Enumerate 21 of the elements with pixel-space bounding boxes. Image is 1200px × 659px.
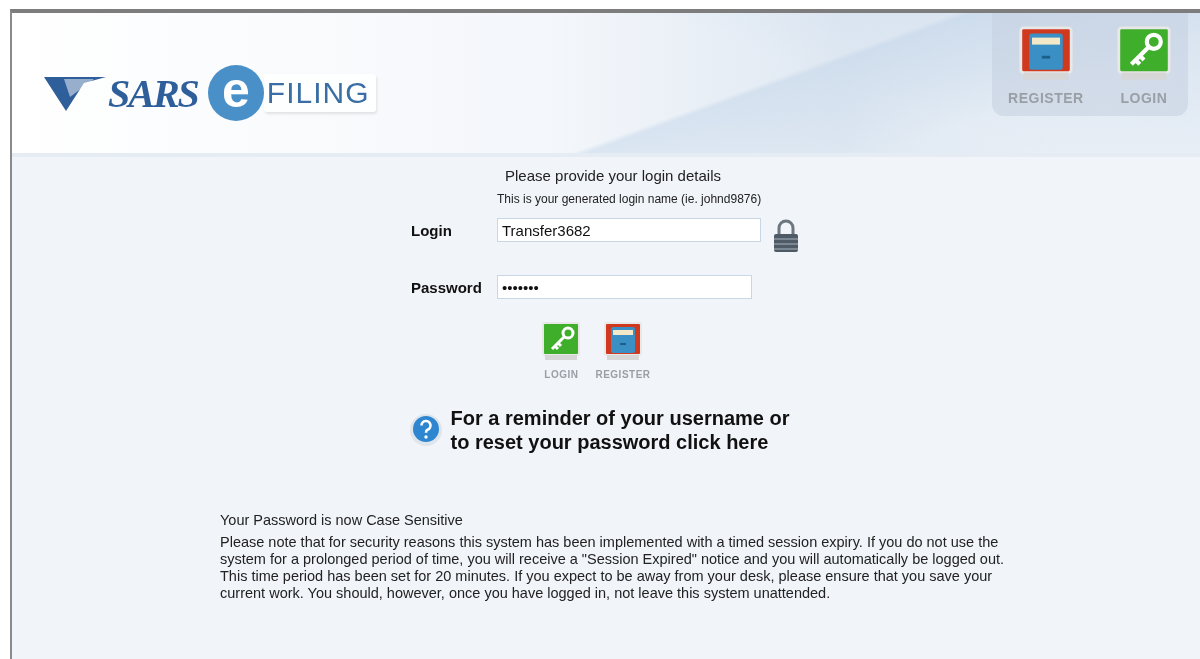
login-button[interactable]: LOGIN [1115,25,1172,116]
logo-e-mark: e [207,65,264,121]
logo-product: FILING [263,74,376,112]
help-link[interactable]: For a reminder of your username or to reset your password click here [450,406,790,454]
login-button[interactable]: LOGIN [541,321,582,380]
field-label: Login [411,221,453,239]
login-field[interactable]: Transfer3682 [497,218,761,242]
chevron-logo-icon [44,75,106,111]
register-button[interactable]: REGISTER [595,321,651,380]
key-icon [541,321,582,363]
notice-heading: Your Password is now Case Sensitive [220,512,464,528]
logo-brand: SARS [108,69,198,117]
login-hint: This is your generated login name (ie. johnd9876) [497,192,763,206]
password-field[interactable]: ••••••• [497,275,752,299]
padlock-icon [771,219,801,253]
register-button[interactable]: REGISTER [1008,25,1084,116]
notice-text: Please note that for security reasons this system has been implemented with a timed session expiry. If you do not use the system for a prolonged period of time, you will receive a "Session Expired" notice and you will automatically be logged out. This time period has been set for 20 minutes. If you expect to be away from your desk, please ensure that you save your current work. You should, however, once you have logged in, not leave this system unattended. [220,534,1006,603]
drawer-icon [603,321,643,363]
field-label: Password [411,278,483,296]
help-icon[interactable] [408,413,443,447]
form-title: Please provide your login details [505,167,721,184]
